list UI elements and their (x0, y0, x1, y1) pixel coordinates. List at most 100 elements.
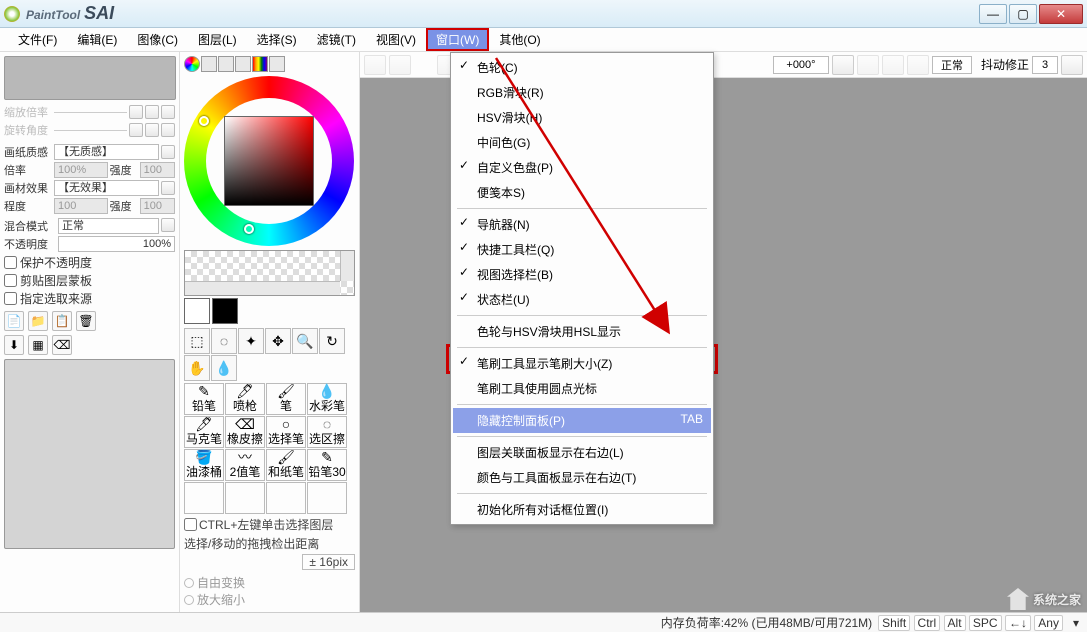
menu-option-2[interactable]: HSV滑块(H) (453, 105, 711, 130)
hue-marker2-icon[interactable] (244, 224, 254, 234)
brush-马克笔[interactable]: 🖊马克笔 (184, 416, 224, 448)
nav-scroll-vertical[interactable] (340, 251, 354, 281)
menu-option-9[interactable]: 视图选择栏(B) (453, 262, 711, 287)
menu-item-5[interactable]: 滤镜(T) (307, 28, 366, 51)
palette-mode-button[interactable] (252, 56, 268, 72)
canvas-angle-field[interactable]: +000° (773, 56, 829, 74)
foreground-swatch[interactable] (184, 298, 210, 324)
canvas-mode-field[interactable]: 正常 (932, 56, 972, 74)
stabilizer-value[interactable]: 3 (1032, 56, 1058, 74)
zoom-slider[interactable] (54, 106, 127, 118)
menu-option-17[interactable]: 隐藏控制面板(P)TAB (453, 408, 711, 433)
merge-down-button[interactable]: ⬇ (4, 335, 24, 355)
brush-empty-12[interactable] (184, 482, 224, 514)
wand-tool[interactable]: ✦ (238, 328, 264, 354)
hsv-mode-button[interactable] (218, 56, 234, 72)
protect-alpha-checkbox[interactable] (4, 256, 17, 269)
brush-empty-13[interactable] (225, 482, 265, 514)
menu-item-2[interactable]: 图像(C) (127, 28, 188, 51)
brush-选择笔[interactable]: ○选择笔 (266, 416, 306, 448)
saturation-value-box[interactable] (224, 116, 314, 206)
selection-source-checkbox[interactable] (4, 292, 17, 305)
magnification-value[interactable]: 100% (54, 162, 108, 178)
angle-down-button[interactable] (832, 55, 854, 75)
brush-选区擦[interactable]: ◌选区擦 (307, 416, 347, 448)
menu-item-8[interactable]: 其他(O) (489, 28, 550, 51)
opacity-value[interactable]: 100% (58, 236, 175, 252)
brush-empty-15[interactable] (307, 482, 347, 514)
new-folder-button[interactable]: 📁 (28, 311, 48, 331)
new-layer-button[interactable]: 📄 (4, 311, 24, 331)
material-dropdown-icon[interactable] (161, 181, 175, 195)
menu-option-0[interactable]: 色轮(C) (453, 55, 711, 80)
zoom-plus-button[interactable] (145, 105, 159, 119)
ctrl-click-select-checkbox[interactable] (184, 518, 197, 531)
paper-texture-select[interactable]: 【无质感】 (54, 144, 159, 160)
menu-option-19[interactable]: 图层关联面板显示在右边(L) (453, 440, 711, 465)
strength2-value[interactable]: 100 (140, 198, 175, 214)
menu-option-12[interactable]: 色轮与HSV滑块用HSL显示 (453, 319, 711, 344)
brush-铅笔30[interactable]: ✎铅笔30 (307, 449, 347, 481)
flatten-button[interactable]: ▦ (28, 335, 48, 355)
menu-option-3[interactable]: 中间色(G) (453, 130, 711, 155)
lasso-tool[interactable]: ◌ (211, 328, 237, 354)
redo-button[interactable] (389, 55, 411, 75)
menu-option-1[interactable]: RGB滑块(R) (453, 80, 711, 105)
color-wheel-mode-button[interactable] (184, 56, 200, 72)
brush-铅笔[interactable]: ✎铅笔 (184, 383, 224, 415)
drag-detect-value[interactable]: ± 16pix (302, 554, 355, 570)
rgb-mode-button[interactable] (201, 56, 217, 72)
menu-item-4[interactable]: 选择(S) (247, 28, 307, 51)
angle-reset-button[interactable] (161, 123, 175, 137)
menu-option-5[interactable]: 便笺本S) (453, 180, 711, 205)
clipping-mask-checkbox[interactable] (4, 274, 17, 287)
free-transform-radio[interactable] (184, 578, 194, 588)
menu-item-3[interactable]: 图层(L) (188, 28, 247, 51)
hand-tool[interactable]: ✋ (184, 355, 210, 381)
menu-option-10[interactable]: 状态栏(U) (453, 287, 711, 312)
zoom-tool[interactable]: 🔍 (292, 328, 318, 354)
navigator-preview[interactable] (184, 250, 355, 296)
eyedropper-tool[interactable]: 💧 (211, 355, 237, 381)
degree-value[interactable]: 100 (54, 198, 108, 214)
zoom-reset-button[interactable] (161, 105, 175, 119)
angle-plus-button[interactable] (145, 123, 159, 137)
menu-option-15[interactable]: 笔刷工具使用圆点光标 (453, 376, 711, 401)
menu-item-1[interactable]: 编辑(E) (67, 28, 127, 51)
angle-minus-button[interactable] (129, 123, 143, 137)
paper-texture-dropdown-icon[interactable] (161, 145, 175, 159)
gray-mode-button[interactable] (235, 56, 251, 72)
rotate-cw-button[interactable] (882, 55, 904, 75)
brush-和纸笔[interactable]: 🖌和纸笔 (266, 449, 306, 481)
brush-喷枪[interactable]: 🖊喷枪 (225, 383, 265, 415)
brush-橡皮擦[interactable]: ⌫橡皮擦 (225, 416, 265, 448)
menu-option-22[interactable]: 初始化所有对话框位置(I) (453, 497, 711, 522)
hue-marker-icon[interactable] (199, 116, 209, 126)
menu-option-4[interactable]: 自定义色盘(P) (453, 155, 711, 180)
blend-mode-select[interactable]: 正常 (58, 218, 159, 234)
minimize-button[interactable]: — (979, 4, 1007, 24)
delete-layer-button[interactable]: 🗑 (76, 311, 96, 331)
undo-button[interactable] (364, 55, 386, 75)
menu-option-7[interactable]: 导航器(N) (453, 212, 711, 237)
clear-layer-button[interactable]: ⌫ (52, 335, 72, 355)
scratch-mode-button[interactable] (269, 56, 285, 72)
blend-dropdown-icon[interactable] (161, 218, 175, 232)
nav-scroll-horizontal[interactable] (185, 281, 340, 295)
color-wheel[interactable] (184, 76, 354, 246)
menu-option-14[interactable]: 笔刷工具显示笔刷大小(Z) (453, 351, 711, 376)
strength-value[interactable]: 100 (140, 162, 175, 178)
close-button[interactable]: ✕ (1039, 4, 1083, 24)
rotate-tool[interactable]: ↻ (319, 328, 345, 354)
background-swatch[interactable] (212, 298, 238, 324)
menu-option-20[interactable]: 颜色与工具面板显示在右边(T) (453, 465, 711, 490)
brush-笔[interactable]: 🖌笔 (266, 383, 306, 415)
menu-item-0[interactable]: 文件(F) (8, 28, 67, 51)
material-effect-select[interactable]: 【无效果】 (54, 180, 159, 196)
brush-油漆桶[interactable]: 🪣油漆桶 (184, 449, 224, 481)
scale-radio[interactable] (184, 595, 194, 605)
menu-option-8[interactable]: 快捷工具栏(Q) (453, 237, 711, 262)
rotate-ccw-button[interactable] (857, 55, 879, 75)
flip-h-button[interactable] (907, 55, 929, 75)
layer-list[interactable] (4, 359, 175, 549)
